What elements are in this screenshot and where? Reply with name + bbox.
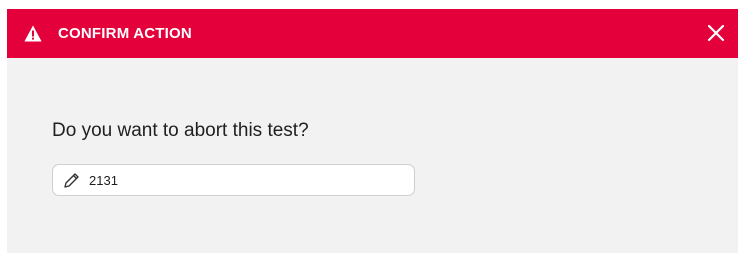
- close-icon[interactable]: [706, 23, 726, 43]
- confirm-question: Do you want to abort this test?: [52, 120, 309, 141]
- confirm-dialog: CONFIRM ACTION Do you want to abort this…: [7, 9, 738, 253]
- pencil-icon: [64, 173, 79, 188]
- test-id-value: 2131: [89, 173, 118, 188]
- warning-triangle-icon: [24, 25, 42, 42]
- dialog-header: CONFIRM ACTION: [7, 9, 738, 58]
- dialog-title: CONFIRM ACTION: [58, 25, 192, 42]
- test-id-field[interactable]: 2131: [52, 164, 415, 196]
